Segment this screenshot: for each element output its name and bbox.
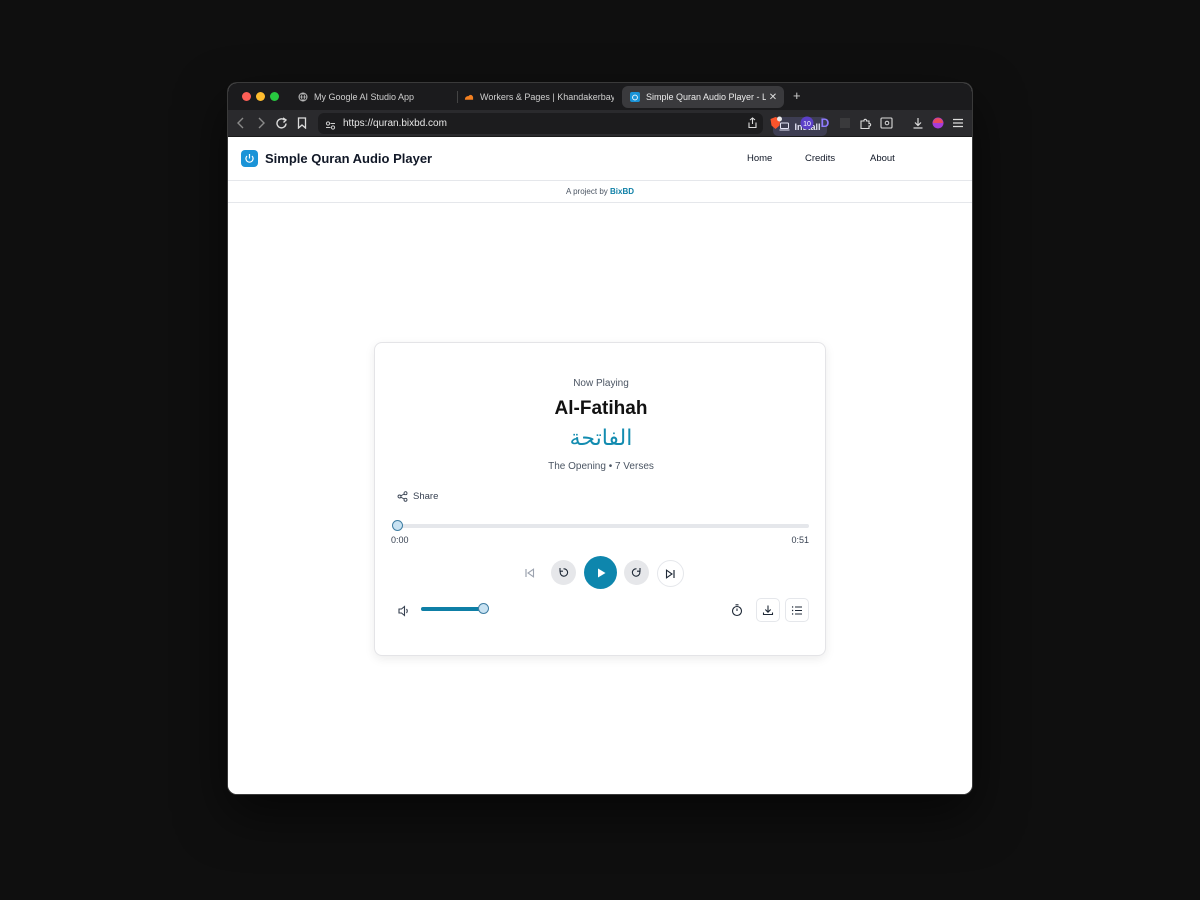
share-icon — [397, 491, 408, 502]
share-label: Share — [413, 491, 439, 502]
tab-bar: My Google AI Studio App Workers & Pages … — [228, 83, 972, 110]
project-prefix: A project by — [565, 187, 608, 196]
next-track-button[interactable] — [657, 560, 684, 587]
browser-window: My Google AI Studio App Workers & Pages … — [228, 83, 972, 794]
site-header: Simple Quran Audio Player Home Credits A… — [228, 137, 972, 181]
nav-credits[interactable]: Credits — [805, 153, 835, 164]
site-logo-icon[interactable] — [241, 150, 258, 167]
extensions-puzzle-icon[interactable] — [858, 116, 872, 130]
globe-icon — [298, 92, 308, 102]
brave-shield-icon[interactable] — [768, 116, 782, 130]
volume-icon[interactable] — [397, 604, 411, 618]
now-playing-label: Now Playing — [573, 378, 629, 389]
volume-handle[interactable] — [478, 603, 489, 614]
volume-level — [421, 607, 483, 611]
close-tab-icon[interactable]: ✕ — [766, 92, 780, 103]
nav-about[interactable]: About — [870, 153, 895, 164]
forward-icon[interactable] — [254, 116, 268, 130]
new-tab-icon[interactable]: + — [793, 88, 801, 104]
nav-home[interactable]: Home — [747, 153, 772, 164]
duration: 0:51 — [791, 535, 809, 545]
close-window-button[interactable] — [242, 92, 251, 101]
fast-forward-icon — [631, 568, 641, 577]
sleep-timer-icon[interactable] — [730, 603, 744, 617]
tab-separator — [457, 91, 458, 103]
download-button[interactable] — [756, 598, 780, 622]
skip-back-icon — [525, 567, 535, 578]
surah-name: Al-Fatihah — [554, 398, 648, 419]
extension-badge-icon[interactable]: 10 — [800, 116, 814, 130]
extension-letter: D — [820, 116, 830, 130]
extension-d-icon[interactable]: D — [818, 116, 832, 130]
surah-arabic-name: الفاتحة — [569, 426, 633, 451]
cloudflare-icon — [464, 92, 474, 102]
download-icon — [762, 605, 774, 616]
tab-title: My Google AI Studio App — [314, 92, 415, 102]
rewind-button[interactable] — [551, 560, 576, 585]
current-time: 0:00 — [391, 535, 409, 545]
player-card: Now Playing Al-Fatihah الفاتحة The Openi… — [374, 342, 826, 656]
seek-bar[interactable] — [392, 520, 809, 531]
tab-quran-player[interactable]: Simple Quran Audio Player - Li ✕ — [622, 86, 784, 108]
project-bar: A project by BixBD — [228, 181, 972, 203]
menu-icon[interactable] — [951, 116, 965, 130]
site-title[interactable]: Simple Quran Audio Player — [265, 151, 432, 166]
extension-square-icon[interactable] — [838, 116, 852, 130]
back-icon[interactable] — [234, 116, 248, 130]
site-settings-icon[interactable] — [325, 118, 336, 136]
app-icon — [630, 92, 640, 102]
playlist-button[interactable] — [785, 598, 809, 622]
reload-icon[interactable] — [274, 116, 288, 130]
project-link[interactable]: BixBD — [610, 187, 634, 196]
share-button[interactable]: Share — [397, 491, 438, 502]
address-toolbar: https://quran.bixbd.com Install 10 D — [228, 110, 972, 137]
downloads-icon[interactable] — [911, 116, 925, 130]
bookmark-icon[interactable] — [295, 116, 309, 130]
share-page-icon[interactable] — [745, 116, 759, 130]
url-text: https://quran.bixbd.com — [343, 118, 447, 129]
rewind-icon — [559, 568, 569, 577]
tab-workers-pages[interactable]: Workers & Pages | Khandakerbayazi — [464, 86, 614, 108]
seek-handle[interactable] — [392, 520, 403, 531]
zoom-window-button[interactable] — [270, 92, 279, 101]
previous-track-button[interactable] — [517, 560, 542, 585]
badge-count: 10 — [803, 121, 811, 128]
play-button[interactable] — [584, 556, 617, 589]
tab-title: Simple Quran Audio Player - Li — [646, 92, 766, 102]
tab-ai-studio[interactable]: My Google AI Studio App — [298, 86, 448, 108]
forward-button[interactable] — [624, 560, 649, 585]
web-page: Simple Quran Audio Player Home Credits A… — [228, 137, 972, 794]
volume-slider[interactable] — [421, 603, 489, 614]
reader-mode-icon[interactable] — [879, 116, 893, 130]
tab-title: Workers & Pages | Khandakerbayazi — [480, 92, 614, 102]
minimize-window-button[interactable] — [256, 92, 265, 101]
skip-forward-icon — [665, 568, 675, 579]
profile-avatar-icon[interactable] — [931, 116, 945, 130]
surah-meta: The Opening • 7 Verses — [548, 461, 654, 472]
play-icon — [597, 568, 605, 577]
address-bar[interactable]: https://quran.bixbd.com Install — [318, 113, 827, 136]
list-icon — [791, 605, 802, 615]
